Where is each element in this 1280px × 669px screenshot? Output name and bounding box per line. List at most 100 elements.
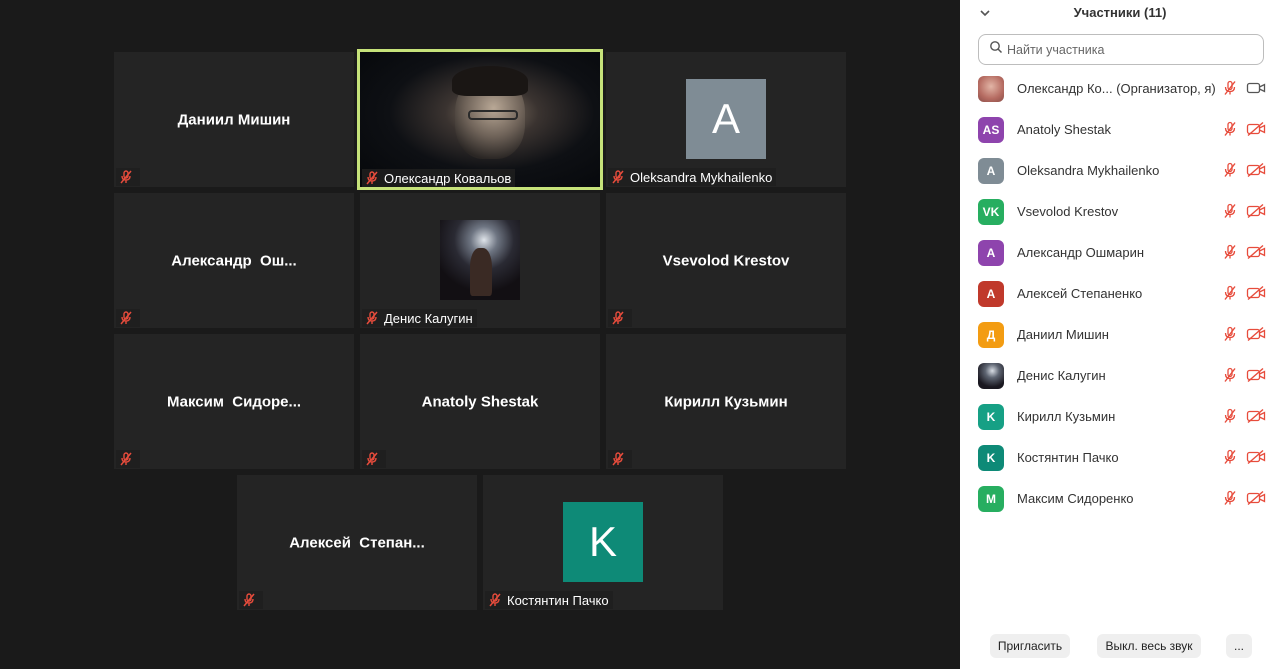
invite-button[interactable]: Пригласить — [990, 634, 1070, 658]
tile-name: Алексей Степан... — [289, 534, 425, 551]
zoom-meeting-window: Даниил Мишин Олександр Ковальов A Oleksa… — [0, 0, 1280, 669]
tile-name: Даниил Мишин — [177, 111, 291, 128]
avatar — [978, 75, 1004, 102]
video-tile-kostyantyn[interactable]: K Костянтин Пачко — [483, 475, 723, 610]
video-tile-oleksandra[interactable]: A Oleksandra Mykhailenko — [606, 52, 846, 187]
tile-label — [116, 450, 140, 468]
video-off-icon[interactable] — [1246, 244, 1266, 262]
video-off-icon[interactable] — [1246, 121, 1266, 139]
video-tile-aleksey[interactable]: Алексей Степан... — [237, 475, 477, 610]
avatar — [978, 362, 1004, 389]
video-off-icon[interactable] — [1246, 490, 1266, 508]
tile-name: Максим Сидоре... — [166, 393, 302, 410]
video-tile-denis[interactable]: Денис Калугин — [360, 193, 600, 328]
video-tile-vsevolod[interactable]: Vsevolod Krestov — [606, 193, 846, 328]
participant-row[interactable]: A Александр Ошмарин — [960, 232, 1280, 273]
muted-mic-icon — [610, 310, 626, 326]
participant-name: Олександр Ко... (Организатор, я) — [1017, 81, 1216, 96]
participant-row[interactable]: AS Anatoly Shestak — [960, 109, 1280, 150]
participant-row[interactable]: Олександр Ко... (Организатор, я) — [960, 68, 1280, 109]
participant-row[interactable]: Денис Калугин — [960, 355, 1280, 396]
muted-mic-icon[interactable] — [1222, 203, 1240, 221]
avatar: A — [978, 280, 1004, 307]
muted-mic-icon[interactable] — [1222, 244, 1240, 262]
video-tile-aleksandr[interactable]: Александр Ош... — [114, 193, 354, 328]
video-off-icon[interactable] — [1246, 162, 1266, 180]
video-hair — [452, 66, 528, 96]
search-icon — [989, 40, 1003, 59]
avatar: VK — [978, 198, 1004, 225]
participant-name: Алексей Степаненко — [1017, 286, 1143, 301]
video-tile-kirill[interactable]: Кирилл Кузьмин — [606, 334, 846, 469]
muted-mic-icon[interactable] — [1222, 162, 1240, 180]
avatar: K — [978, 444, 1004, 471]
muted-mic-icon — [118, 169, 134, 185]
participant-row[interactable]: VK Vsevolod Krestov — [960, 191, 1280, 232]
tile-label — [116, 309, 140, 327]
gallery-view: Даниил Мишин Олександр Ковальов A Oleksa… — [0, 0, 960, 669]
muted-mic-icon — [364, 451, 380, 467]
muted-mic-icon[interactable] — [1222, 326, 1240, 344]
muted-mic-icon[interactable] — [1222, 490, 1240, 508]
tile-label — [362, 450, 386, 468]
avatar: A — [686, 79, 766, 159]
muted-mic-icon — [487, 592, 503, 608]
tile-label — [116, 168, 140, 186]
muted-mic-icon[interactable] — [1222, 367, 1240, 385]
video-tile-daniil[interactable]: Даниил Мишин — [114, 52, 354, 187]
participant-name: Александр Ошмарин — [1017, 245, 1145, 260]
muted-mic-icon[interactable] — [1222, 449, 1240, 467]
participant-row[interactable]: K Костянтин Пачко — [960, 437, 1280, 478]
avatar: AS — [978, 116, 1004, 143]
tile-label-text: Oleksandra Mykhailenko — [630, 169, 773, 185]
muted-mic-icon — [118, 310, 134, 326]
muted-mic-icon[interactable] — [1222, 285, 1240, 303]
video-tile-maksim[interactable]: Максим Сидоре... — [114, 334, 354, 469]
video-glasses — [468, 110, 518, 120]
more-options-button[interactable]: ... — [1226, 634, 1252, 658]
video-camera-icon[interactable] — [1246, 80, 1266, 98]
tile-label-text: Костянтин Пачко — [507, 592, 609, 608]
search-box[interactable] — [978, 34, 1264, 65]
participant-name: Vsevolod Krestov — [1017, 204, 1119, 219]
participant-name: Даниил Мишин — [1017, 327, 1109, 342]
tile-label — [608, 450, 632, 468]
participant-name: Oleksandra Mykhailenko — [1017, 163, 1160, 178]
muted-mic-icon — [118, 451, 134, 467]
avatar: A — [978, 157, 1004, 184]
video-off-icon[interactable] — [1246, 285, 1266, 303]
participant-row[interactable]: Д Даниил Мишин — [960, 314, 1280, 355]
participant-name: Костянтин Пачко — [1017, 450, 1119, 465]
participant-row[interactable]: A Алексей Степаненко — [960, 273, 1280, 314]
tile-label: Денис Калугин — [362, 309, 477, 327]
muted-mic-icon[interactable] — [1222, 80, 1240, 98]
tile-label — [608, 309, 632, 327]
search-input[interactable] — [1007, 42, 1247, 57]
participant-row[interactable]: K Кирилл Кузьмин — [960, 396, 1280, 437]
video-tile-anatoly[interactable]: Anatoly Shestak — [360, 334, 600, 469]
video-off-icon[interactable] — [1246, 408, 1266, 426]
muted-mic-icon — [610, 451, 626, 467]
participant-name: Максим Сидоренко — [1017, 491, 1134, 506]
muted-mic-icon[interactable] — [1222, 408, 1240, 426]
participant-list: Олександр Ко... (Организатор, я) AS Anatol… — [960, 68, 1280, 519]
profile-photo — [440, 220, 520, 300]
avatar: Д — [978, 321, 1004, 348]
muted-mic-icon[interactable] — [1222, 121, 1240, 139]
muted-mic-icon — [241, 592, 257, 608]
participant-row[interactable]: M Максим Сидоренко — [960, 478, 1280, 519]
panel-header: Участники (11) — [960, 0, 1280, 26]
tile-name: Александр Ош... — [171, 252, 297, 269]
tile-label: Олександр Ковальов — [362, 169, 516, 187]
video-off-icon[interactable] — [1246, 367, 1266, 385]
video-off-icon[interactable] — [1246, 449, 1266, 467]
video-tile-oleksandr-active-speaker[interactable]: Олександр Ковальов — [357, 49, 603, 190]
video-off-icon[interactable] — [1246, 326, 1266, 344]
mute-all-button[interactable]: Выкл. весь звук — [1097, 634, 1201, 658]
participant-row[interactable]: A Oleksandra Mykhailenko — [960, 150, 1280, 191]
tile-label: Oleksandra Mykhailenko — [608, 168, 777, 186]
video-off-icon[interactable] — [1246, 203, 1266, 221]
participants-panel: Участники (11) Олександр Ко... (Организа… — [960, 0, 1280, 669]
tile-name: Кирилл Кузьмин — [664, 393, 788, 410]
avatar: A — [978, 239, 1004, 266]
